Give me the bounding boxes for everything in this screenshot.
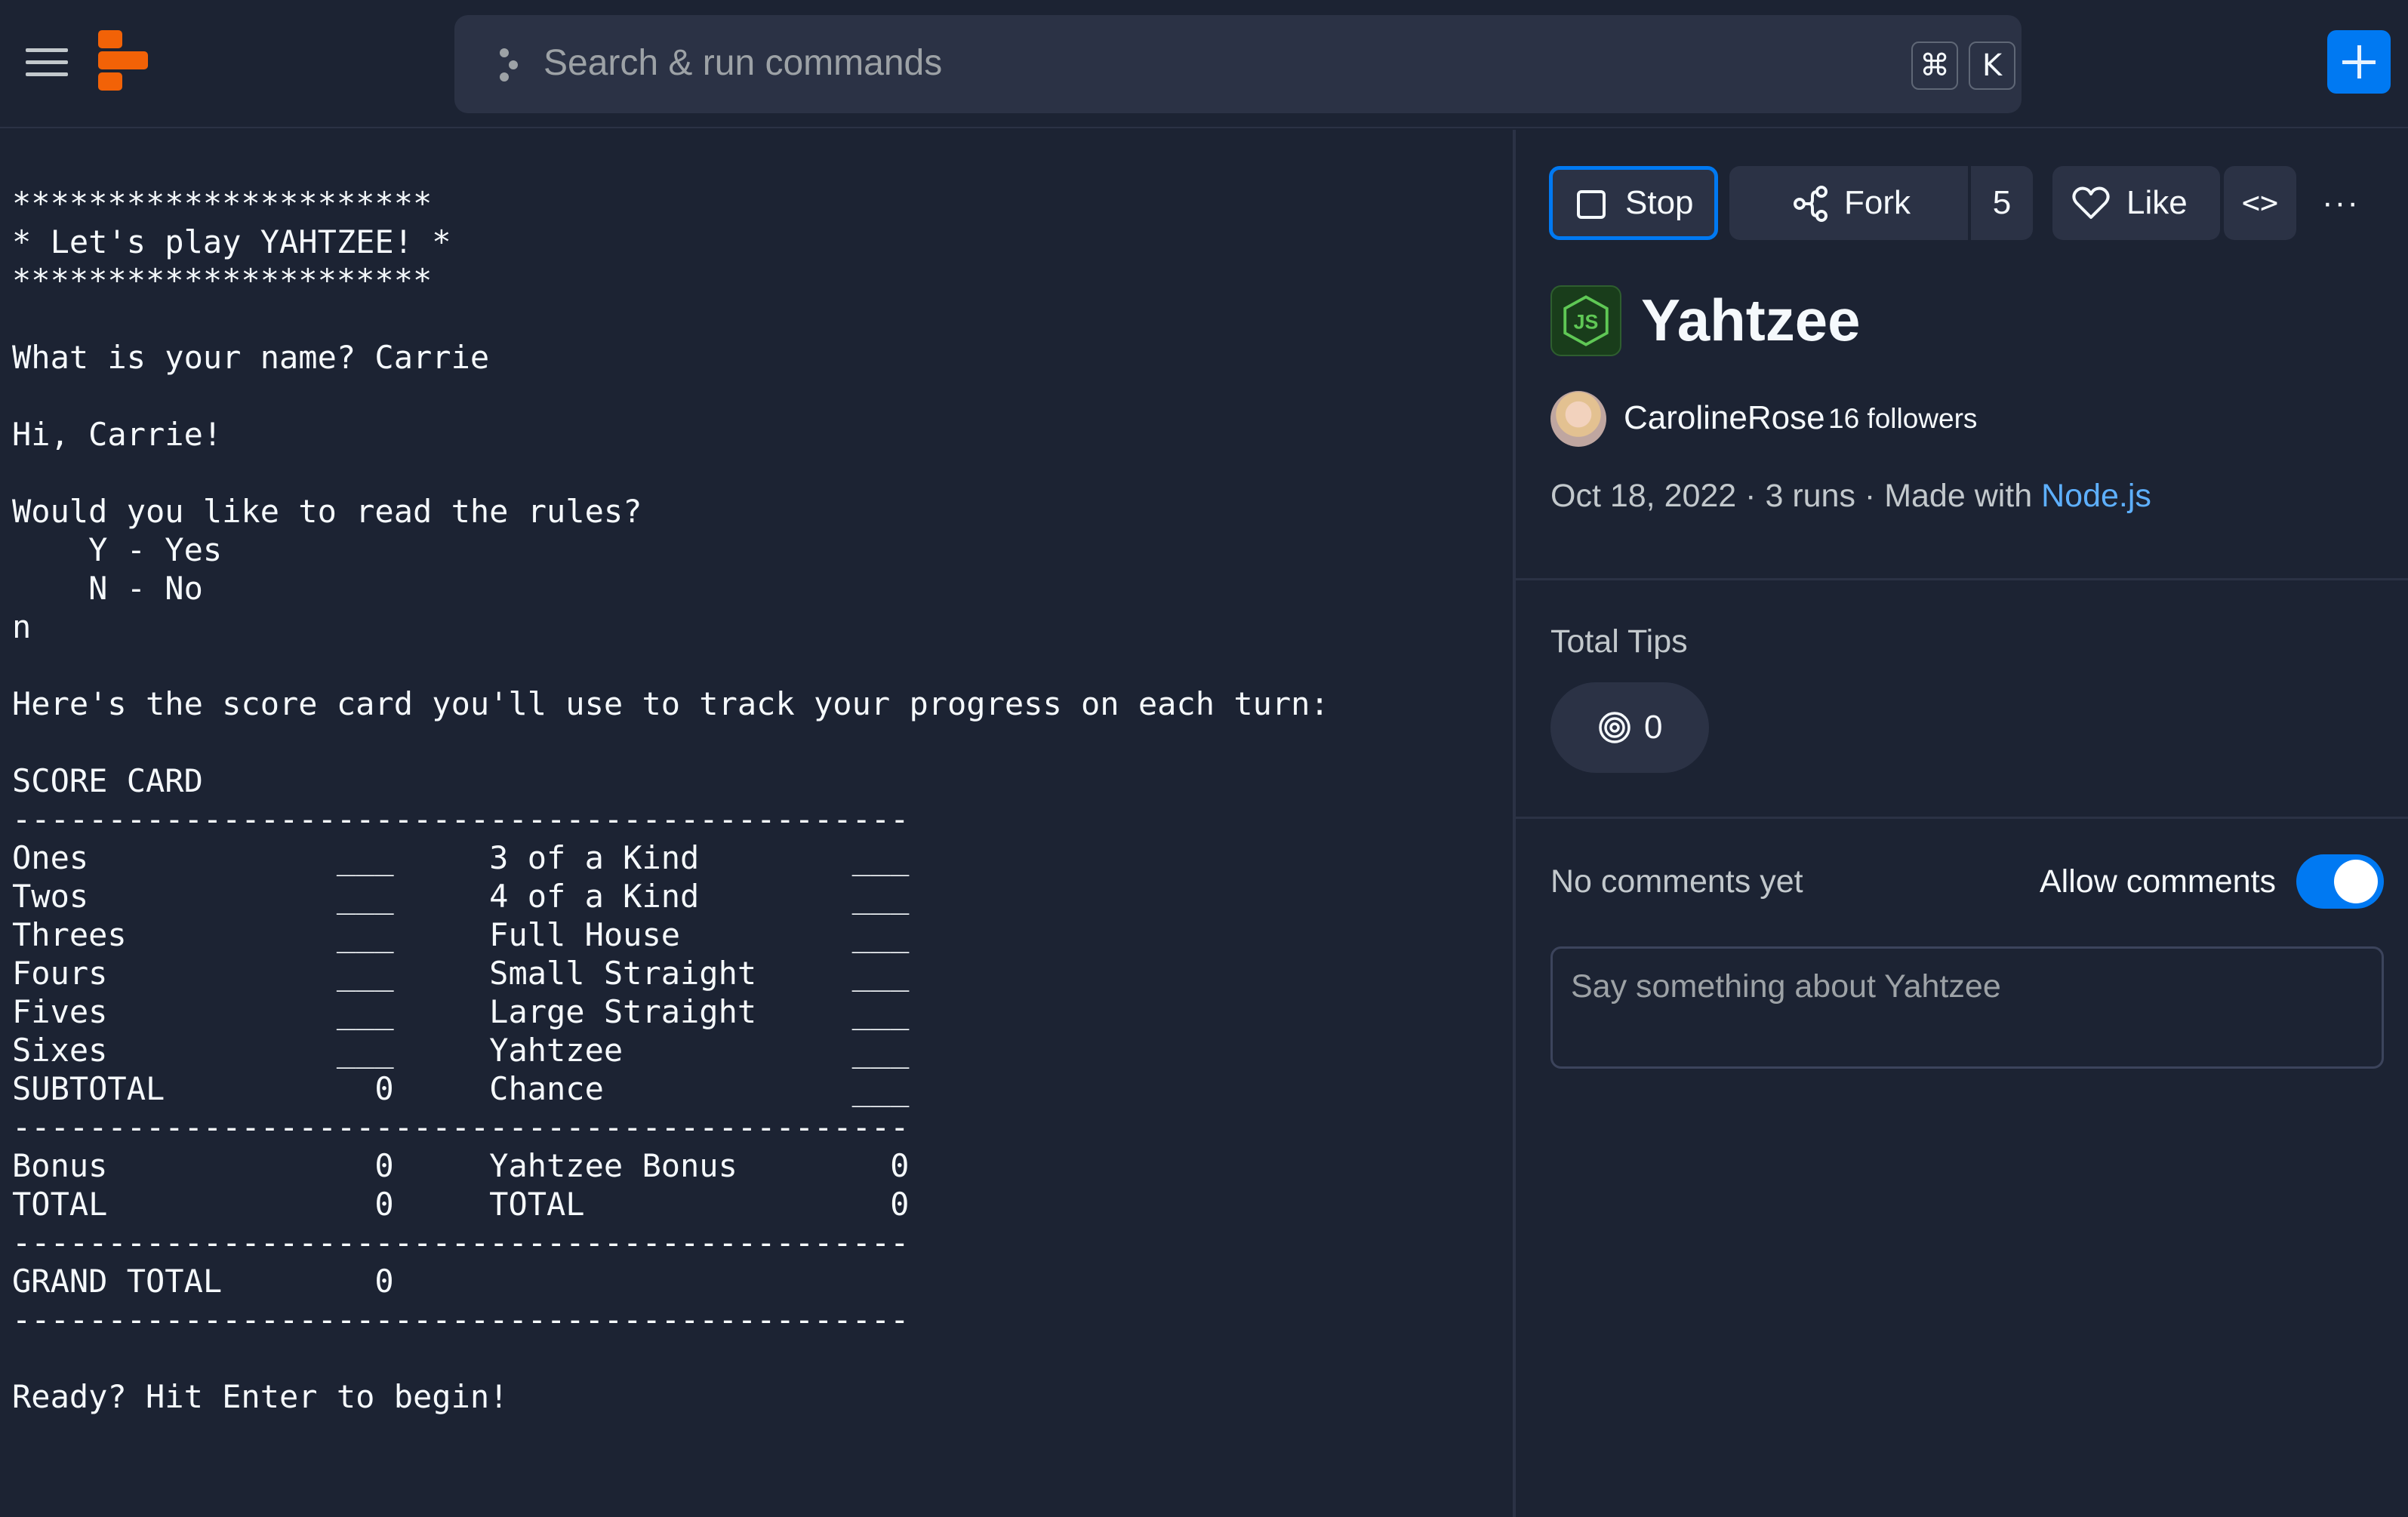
cycles-icon <box>1599 712 1630 743</box>
command-key-icon: ⌘ <box>1911 42 1958 90</box>
heart-icon <box>2072 186 2110 219</box>
more-options-button[interactable]: ··· <box>2310 166 2372 240</box>
like-button[interactable]: Like <box>2052 166 2220 240</box>
fork-button[interactable]: Fork <box>1729 166 1968 240</box>
repl-info-panel: Stop Fork 5 Like <> ··· JS Yahtzee Carol… <box>1516 130 2408 1517</box>
menu-icon[interactable] <box>26 45 69 78</box>
comment-placeholder: Say something about Yahtzee <box>1571 968 2001 1005</box>
tips-label: Total Tips <box>1550 623 1688 660</box>
repl-meta: Oct 18, 2022 · 3 runs · Made with Node.j… <box>1550 473 2151 518</box>
top-bar: Search & run commands ⌘ K <box>0 0 2408 128</box>
search-placeholder: Search & run commands <box>543 43 943 83</box>
no-comments-text: No comments yet <box>1550 863 1803 900</box>
console-text: ********************** * Let's play YAHT… <box>12 185 1329 1415</box>
fork-icon <box>1794 186 1828 222</box>
fork-count[interactable]: 5 <box>1971 166 2033 240</box>
meta-separator: · <box>1736 478 1766 514</box>
comment-input[interactable]: Say something about Yahtzee <box>1550 946 2384 1069</box>
allow-comments-toggle[interactable] <box>2296 854 2384 909</box>
followers-count: 16 followers <box>1828 403 1978 434</box>
fork-label: Fork <box>1844 184 1911 221</box>
command-icon <box>497 47 527 85</box>
repl-title: Yahtzee <box>1641 287 1861 353</box>
meta-separator: · <box>1855 478 1885 514</box>
created-date: Oct 18, 2022 <box>1550 478 1737 514</box>
divider <box>1516 578 2408 580</box>
stop-label: Stop <box>1625 184 1694 221</box>
author-avatar[interactable] <box>1550 391 1606 447</box>
divider <box>1516 817 2408 819</box>
author-link[interactable]: CarolineRose <box>1624 395 1825 441</box>
create-repl-button[interactable] <box>2327 30 2391 94</box>
allow-comments-label: Allow comments <box>2040 863 2277 900</box>
replit-logo-icon[interactable] <box>98 30 148 91</box>
embed-code-button[interactable]: <> <box>2224 166 2296 240</box>
toggle-knob <box>2334 860 2378 903</box>
made-with-label: Made with <box>1884 478 2042 514</box>
run-count: 3 runs <box>1765 478 1855 514</box>
search-bar[interactable]: Search & run commands ⌘ K <box>454 15 2022 113</box>
svg-text:JS: JS <box>1574 311 1599 334</box>
like-label: Like <box>2126 184 2188 221</box>
stop-button[interactable]: Stop <box>1549 166 1718 240</box>
language-link[interactable]: Node.js <box>2041 478 2151 514</box>
console-output[interactable]: ********************** * Let's play YAHT… <box>0 130 1513 1517</box>
stop-icon <box>1577 190 1606 219</box>
tip-button[interactable]: 0 <box>1550 682 1709 773</box>
nodejs-icon: JS <box>1550 285 1621 356</box>
tips-count: 0 <box>1644 709 1663 746</box>
k-key: K <box>1969 42 2015 90</box>
